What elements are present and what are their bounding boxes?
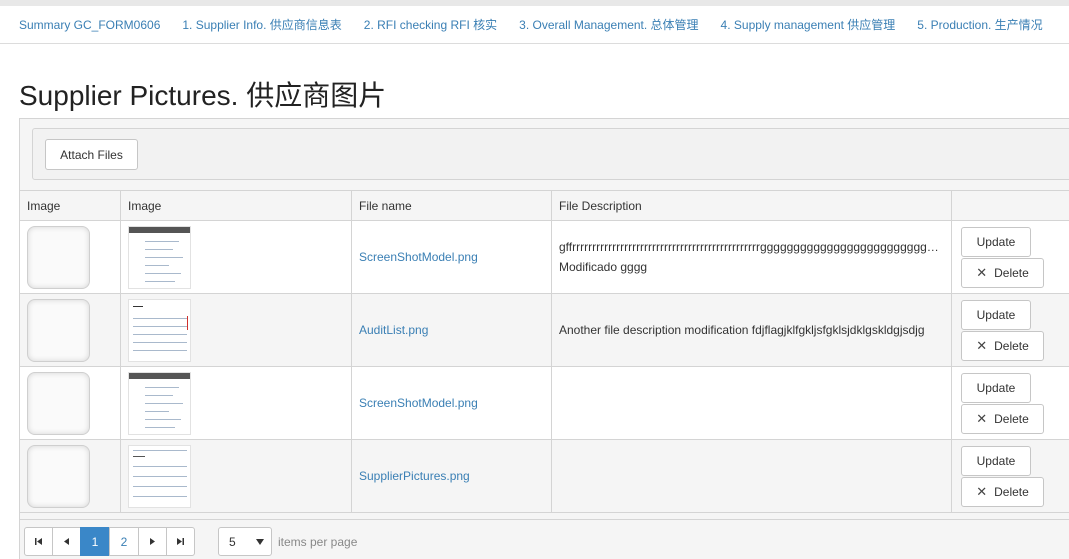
supplier-pictures-thumbnail[interactable] bbox=[128, 444, 191, 508]
attachments-table: Image Image File name File Description S… bbox=[19, 190, 1069, 513]
column-header-actions bbox=[951, 190, 1069, 221]
column-header-file-name[interactable]: File name bbox=[351, 190, 552, 221]
column-header-file-description[interactable]: File Description bbox=[551, 190, 952, 221]
close-icon: ✕ bbox=[976, 410, 988, 426]
close-icon: ✕ bbox=[976, 264, 988, 280]
page-size-value: 5 bbox=[229, 534, 236, 549]
column-header-image-preview[interactable]: Image bbox=[120, 190, 352, 221]
update-button[interactable]: Update bbox=[961, 299, 1031, 330]
tab-supply-management[interactable]: 4. Supply management 供应管理 bbox=[710, 16, 907, 33]
update-button[interactable]: Update bbox=[961, 372, 1031, 403]
first-page-icon[interactable] bbox=[24, 527, 53, 556]
attach-files-button[interactable]: Attach Files bbox=[45, 139, 138, 170]
file-name-link[interactable]: SupplierPictures.png bbox=[359, 469, 470, 483]
delete-button[interactable]: ✕ Delete bbox=[961, 257, 1044, 288]
page-1-button[interactable]: 1 bbox=[80, 527, 110, 556]
items-per-page-label: items per page bbox=[278, 535, 358, 549]
page-title: Supplier Pictures. 供应商图片 bbox=[19, 80, 387, 111]
page-2-button[interactable]: 2 bbox=[109, 527, 139, 556]
image-placeholder[interactable] bbox=[27, 225, 90, 289]
delete-button[interactable]: ✕ Delete bbox=[961, 403, 1044, 434]
page-size-select[interactable]: 5 bbox=[218, 527, 272, 556]
tab-production[interactable]: 5. Production. 生产情况 bbox=[906, 16, 1053, 33]
tab-rfi-checking[interactable]: 2. RFI checking RFI 核实 bbox=[353, 16, 508, 33]
column-header-image[interactable]: Image bbox=[19, 190, 121, 221]
tab-overall-management[interactable]: 3. Overall Management. 总体管理 bbox=[508, 16, 709, 33]
file-name-link[interactable]: ScreenShotModel.png bbox=[359, 396, 478, 410]
table-row: ScreenShotModel.png gffrrrrrrrrrrrrrrrrr… bbox=[19, 220, 1069, 294]
delete-button[interactable]: ✕ Delete bbox=[961, 476, 1044, 507]
screenshot-thumbnail[interactable] bbox=[128, 225, 191, 289]
file-description: Another file description modification fd… bbox=[559, 323, 925, 337]
image-placeholder[interactable] bbox=[27, 444, 90, 508]
last-page-icon[interactable] bbox=[166, 527, 195, 556]
table-row: AuditList.png Another file description m… bbox=[19, 293, 1069, 367]
tab-summary[interactable]: Summary GC_FORM0606 bbox=[8, 18, 171, 32]
table-row: ScreenShotModel.png Update ✕ Delete bbox=[19, 366, 1069, 440]
delete-button[interactable]: ✕ Delete bbox=[961, 330, 1044, 361]
attachments-grid-panel: Attach Files Image Image File name File … bbox=[19, 118, 1069, 559]
close-icon: ✕ bbox=[976, 337, 988, 353]
screenshot-thumbnail[interactable] bbox=[128, 371, 191, 435]
grid-pager: 1 2 5 items per page bbox=[20, 519, 1069, 559]
file-name-link[interactable]: ScreenShotModel.png bbox=[359, 250, 478, 264]
audit-list-thumbnail[interactable] bbox=[128, 298, 191, 362]
close-icon: ✕ bbox=[976, 483, 988, 499]
update-button[interactable]: Update bbox=[961, 445, 1031, 476]
grid-toolbar: Attach Files bbox=[32, 128, 1069, 180]
table-header-row: Image Image File name File Description bbox=[19, 190, 1069, 221]
file-description: gffrrrrrrrrrrrrrrrrrrrrrrrrrrrrrrrrrrrrr… bbox=[559, 240, 944, 254]
form-tabs: Summary GC_FORM0606 1. Supplier Info. 供应… bbox=[0, 0, 1069, 44]
file-name-link[interactable]: AuditList.png bbox=[359, 323, 428, 337]
image-placeholder[interactable] bbox=[27, 371, 90, 435]
next-page-icon[interactable] bbox=[138, 527, 167, 556]
file-description-line2: Modificado gggg bbox=[559, 260, 648, 274]
image-placeholder[interactable] bbox=[27, 298, 90, 362]
chevron-down-icon bbox=[256, 539, 264, 545]
tab-supplier-info[interactable]: 1. Supplier Info. 供应商信息表 bbox=[171, 16, 352, 33]
prev-page-icon[interactable] bbox=[52, 527, 81, 556]
update-button[interactable]: Update bbox=[961, 226, 1031, 257]
table-row: SupplierPictures.png Update ✕ Delete bbox=[19, 439, 1069, 513]
